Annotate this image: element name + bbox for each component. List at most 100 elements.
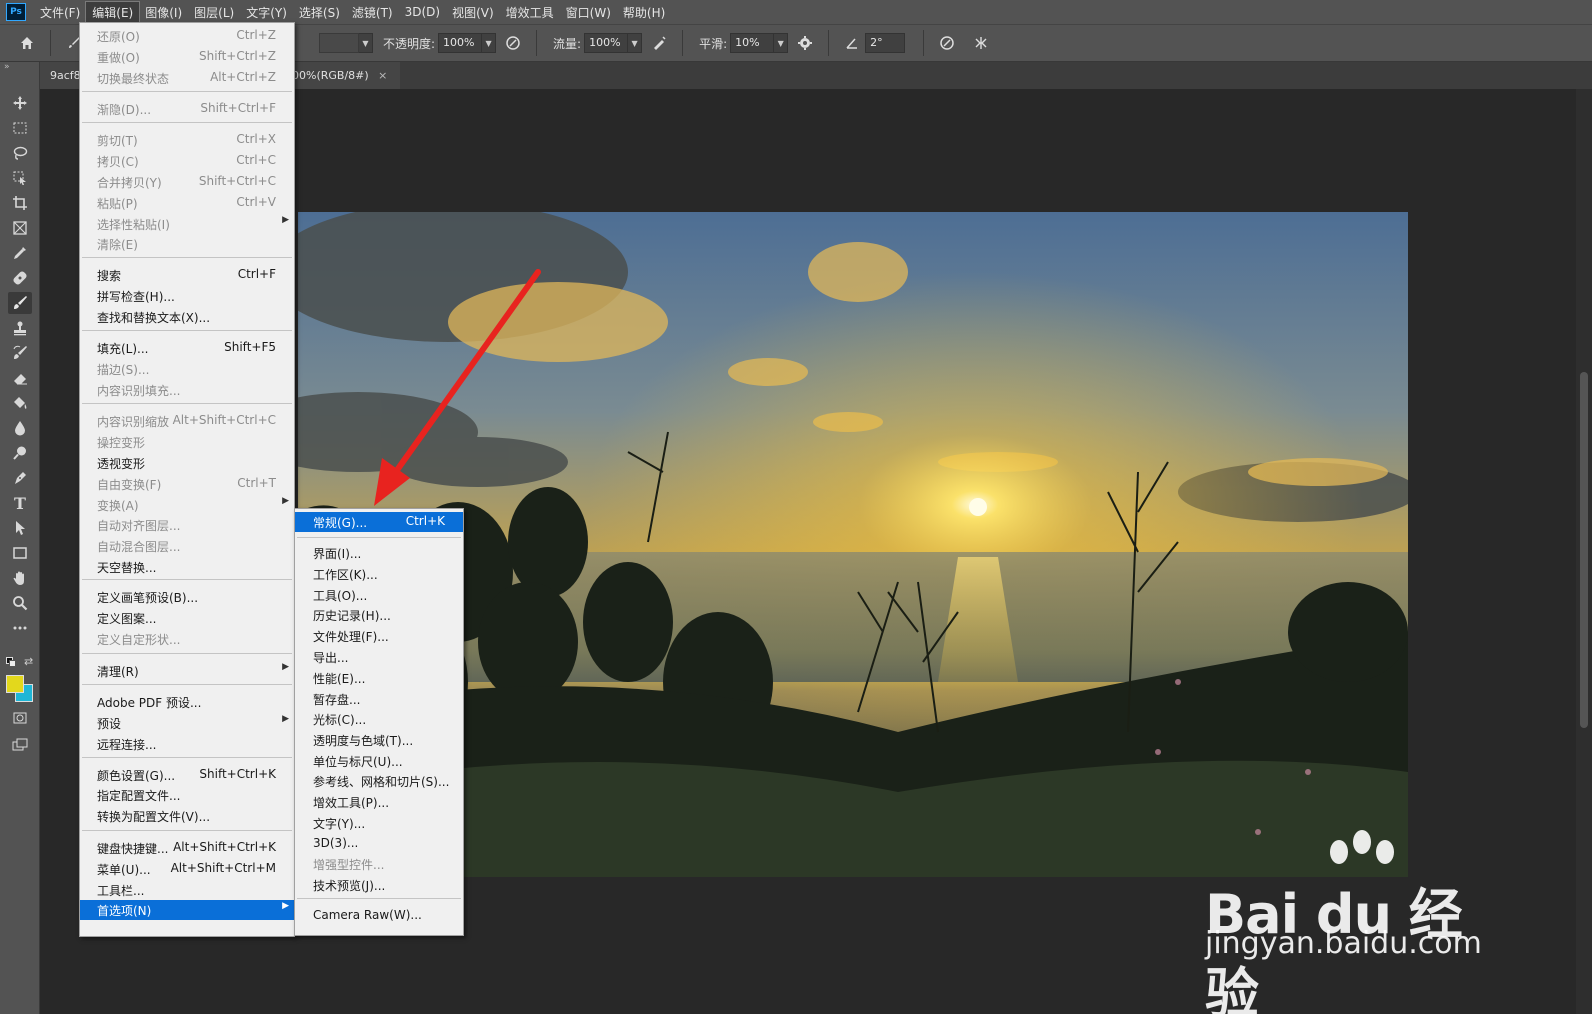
- menu-item[interactable]: 定义画笔预设(B)...: [80, 587, 294, 607]
- pressure-opacity-icon[interactable]: [502, 32, 524, 54]
- menu-item[interactable]: Camera Raw(W)...: [295, 906, 463, 926]
- opacity-field[interactable]: 100%: [438, 33, 483, 53]
- menu-item[interactable]: 性能(E)...: [295, 668, 463, 688]
- smoothing-field[interactable]: 10%: [730, 33, 775, 53]
- history-brush-icon[interactable]: [8, 342, 32, 364]
- chevron-down-icon[interactable]: ▼: [774, 33, 789, 53]
- default-colors-icon[interactable]: [6, 657, 16, 667]
- menu-item[interactable]: 键盘快捷键... Alt+Shift+Ctrl+K: [80, 838, 294, 858]
- menu-item-preferences[interactable]: 首选项(N) ▶: [80, 900, 294, 920]
- menu-item[interactable]: 参考线、网格和切片(S)...: [295, 771, 463, 791]
- flow-field[interactable]: 100%: [584, 33, 629, 53]
- airbrush-icon[interactable]: [648, 32, 670, 54]
- paint-bucket-icon[interactable]: [8, 392, 32, 414]
- menu-item[interactable]: 技术预览(J)...: [295, 875, 463, 895]
- menu-item-general[interactable]: 常规(G)... Ctrl+K: [295, 512, 463, 532]
- eyedropper-icon[interactable]: [8, 242, 32, 264]
- menu-layer[interactable]: 图层(L): [188, 2, 240, 23]
- menu-item[interactable]: 清理(R) ▶: [80, 661, 294, 681]
- menu-edit[interactable]: 编辑(E): [85, 0, 141, 24]
- type-tool-icon[interactable]: T: [8, 492, 32, 514]
- lasso-tool-icon[interactable]: [8, 142, 32, 164]
- menu-file[interactable]: 文件(F): [34, 2, 86, 23]
- menu-item[interactable]: 粘贴(P) Ctrl+V: [80, 193, 294, 213]
- menu-item[interactable]: 自动混合图层...: [80, 536, 294, 556]
- menu-item[interactable]: 转换为配置文件(V)...: [80, 806, 294, 826]
- home-icon[interactable]: [16, 32, 38, 54]
- menu-item[interactable]: 透明度与色域(T)...: [295, 730, 463, 750]
- menu-item[interactable]: 自由变换(F) Ctrl+T: [80, 474, 294, 494]
- menu-item[interactable]: 工具(O)...: [295, 585, 463, 605]
- menu-plugins[interactable]: 增效工具: [500, 2, 560, 23]
- move-tool-icon[interactable]: [8, 92, 32, 114]
- chevron-down-icon[interactable]: ▼: [482, 33, 497, 53]
- angle-field[interactable]: 2°: [865, 33, 906, 53]
- menu-item[interactable]: 光标(C)...: [295, 709, 463, 729]
- symmetry-icon[interactable]: [970, 32, 992, 54]
- menu-item[interactable]: 查找和替换文本(X)...: [80, 307, 294, 327]
- menu-item[interactable]: 暂存盘...: [295, 689, 463, 709]
- stamp-tool-icon[interactable]: [8, 317, 32, 339]
- menu-filter[interactable]: 滤镜(T): [346, 2, 399, 23]
- menu-item[interactable]: 单位与标尺(U)...: [295, 751, 463, 771]
- menu-item[interactable]: 变换(A) ▶: [80, 495, 294, 515]
- menu-item[interactable]: 增强型控件...: [295, 854, 463, 874]
- menu-item[interactable]: 天空替换...: [80, 557, 294, 577]
- healing-brush-icon[interactable]: [8, 267, 32, 289]
- menu-item[interactable]: 内容识别填充...: [80, 380, 294, 400]
- menu-item[interactable]: 文件处理(F)...: [295, 626, 463, 646]
- menu-item[interactable]: 自动对齐图层...: [80, 515, 294, 535]
- menu-item[interactable]: 历史记录(H)...: [295, 605, 463, 625]
- menu-item[interactable]: 剪切(T) Ctrl+X: [80, 130, 294, 150]
- menu-item[interactable]: 指定配置文件...: [80, 785, 294, 805]
- menu-item[interactable]: 还原(O) Ctrl+Z: [80, 26, 294, 46]
- menu-item[interactable]: 增效工具(P)...: [295, 792, 463, 812]
- screen-mode-icon[interactable]: [8, 734, 32, 756]
- pressure-size-icon[interactable]: [936, 32, 958, 54]
- menu-item[interactable]: 定义图案...: [80, 608, 294, 628]
- menu-item[interactable]: 渐隐(D)... Shift+Ctrl+F: [80, 99, 294, 119]
- menu-help[interactable]: 帮助(H): [617, 2, 671, 23]
- menu-item[interactable]: 拷贝(C) Ctrl+C: [80, 151, 294, 171]
- foreground-color-swatch[interactable]: [6, 675, 24, 693]
- menu-window[interactable]: 窗口(W): [560, 2, 617, 23]
- menu-item[interactable]: 定义自定形状...: [80, 629, 294, 649]
- menu-item[interactable]: 填充(L)... Shift+F5: [80, 338, 294, 358]
- frame-tool-icon[interactable]: [8, 217, 32, 239]
- brush-tool-icon[interactable]: [8, 292, 32, 314]
- close-icon[interactable]: ×: [378, 69, 387, 82]
- rectangle-tool-icon[interactable]: [8, 542, 32, 564]
- chevron-down-icon[interactable]: ▼: [628, 33, 643, 53]
- menu-item[interactable]: 内容识别缩放 Alt+Shift+Ctrl+C: [80, 411, 294, 431]
- menu-item[interactable]: 菜单(U)... Alt+Shift+Ctrl+M: [80, 859, 294, 879]
- menu-item[interactable]: 重做(O) Shift+Ctrl+Z: [80, 47, 294, 67]
- gear-icon[interactable]: [794, 32, 816, 54]
- more-tools-icon[interactable]: [8, 617, 32, 639]
- blur-tool-icon[interactable]: [8, 417, 32, 439]
- menu-item[interactable]: 远程连接...: [80, 734, 294, 754]
- document-tab-2[interactable]: 00%(RGB/8#) ×: [290, 62, 400, 89]
- menu-item[interactable]: 文字(Y)...: [295, 813, 463, 833]
- marquee-tool-icon[interactable]: [8, 117, 32, 139]
- crop-tool-icon[interactable]: [8, 192, 32, 214]
- menu-item[interactable]: 透视变形: [80, 453, 294, 473]
- menu-item[interactable]: 界面(I)...: [295, 543, 463, 563]
- menu-3d[interactable]: 3D(D): [399, 3, 446, 21]
- chevron-down-icon[interactable]: ▼: [359, 33, 373, 53]
- menu-image[interactable]: 图像(I): [139, 2, 188, 23]
- scrollbar-thumb[interactable]: [1580, 372, 1588, 728]
- hand-tool-icon[interactable]: [8, 567, 32, 589]
- menu-type[interactable]: 文字(Y): [240, 2, 293, 23]
- menu-item[interactable]: 3D(3)...: [295, 834, 463, 854]
- object-selection-icon[interactable]: [8, 167, 32, 189]
- menu-item[interactable]: 合并拷贝(Y) Shift+Ctrl+C: [80, 172, 294, 192]
- menu-view[interactable]: 视图(V): [446, 2, 500, 23]
- path-selection-icon[interactable]: [8, 517, 32, 539]
- menu-item[interactable]: 颜色设置(G)... Shift+Ctrl+K: [80, 765, 294, 785]
- dodge-tool-icon[interactable]: [8, 442, 32, 464]
- menu-select[interactable]: 选择(S): [293, 2, 346, 23]
- brush-mode-select[interactable]: [319, 33, 359, 53]
- menu-item[interactable]: 导出...: [295, 647, 463, 667]
- menu-item[interactable]: Adobe PDF 预设...: [80, 692, 294, 712]
- menu-item[interactable]: 拼写检查(H)...: [80, 286, 294, 306]
